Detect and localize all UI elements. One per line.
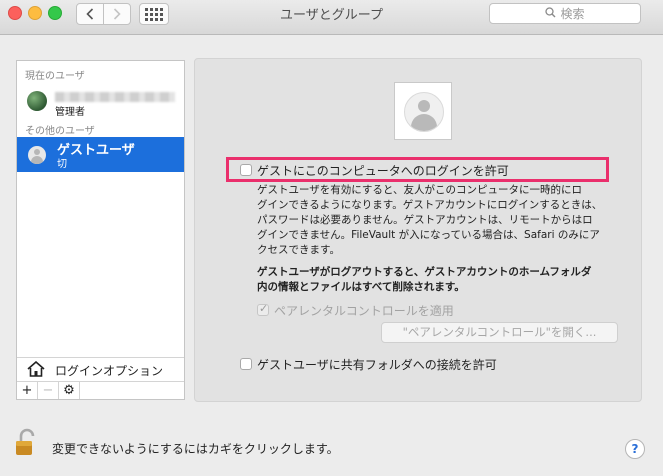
login-options-item[interactable]: ログインオプション [17, 357, 184, 381]
search-icon [545, 6, 556, 21]
other-users-header: その他のユーザ [25, 126, 95, 137]
sidebar-toolbar: + − ⚙ [17, 381, 184, 399]
guest-user-status: 切 [57, 159, 67, 170]
shared-folders-label: ゲストユーザに共有フォルダへの接続を許可 [257, 358, 497, 372]
checkmark-icon: ✓ [259, 302, 269, 315]
parental-controls-label: ペアレンタルコントロールを適用 [274, 304, 454, 318]
logout-note-line: 内の情報とファイルはすべて削除されます。 [257, 281, 465, 293]
add-user-button[interactable]: + [17, 382, 38, 399]
shared-folders-checkbox[interactable] [240, 358, 252, 370]
gear-icon[interactable]: ⚙ [59, 382, 80, 399]
logout-note-line: ゲストユーザがログアウトすると、ゲストアカウントのホームフォルダ [257, 266, 592, 278]
guest-description-line: ゲストユーザを有効にすると、友人がこのコンピュータに一時的にロ [257, 184, 582, 196]
help-button[interactable]: ? [625, 439, 645, 459]
lock-hint-text: 変更できないようにするにはカギをクリックします。 [52, 442, 339, 456]
user-role: 管理者 [55, 107, 85, 118]
allow-guest-login-label: ゲストにこのコンピュータへのログインを許可 [257, 164, 509, 178]
redacted-user-name [55, 92, 175, 102]
open-parental-controls-button[interactable]: "ペアレンタルコントロール"を開く... [381, 322, 618, 343]
guest-description-line: グインできるようになります。ゲストアカウントにログインするときは、 [257, 199, 603, 211]
person-silhouette-icon [404, 92, 444, 132]
guest-user-name: ゲストユーザ [57, 143, 135, 158]
guest-description-line: パスワードは必要ありません。ゲストアカウントは、リモートからはロ [257, 214, 593, 226]
remove-user-button[interactable]: − [38, 382, 59, 399]
user-row-guest[interactable]: ゲストユーザ 切 [17, 137, 184, 172]
parental-controls-checkbox[interactable]: ✓ [257, 302, 269, 316]
home-icon [27, 361, 45, 377]
allow-guest-login-checkbox[interactable] [240, 164, 252, 176]
guest-description-line: クセスできます。 [257, 244, 340, 256]
avatar [27, 91, 47, 111]
current-users-header: 現在のユーザ [25, 71, 85, 82]
lock-icon[interactable] [14, 428, 40, 456]
guest-picture[interactable] [394, 82, 452, 140]
title-bar: ユーザとグループ 検索 [0, 0, 663, 35]
search-placeholder: 検索 [560, 7, 585, 21]
user-list-sidebar: 現在のユーザ 管理者 その他のユーザ ゲストユーザ 切 ログインオプション + … [16, 60, 185, 400]
user-row-current[interactable]: 管理者 [17, 89, 184, 121]
guest-avatar-icon [28, 146, 46, 164]
search-field[interactable]: 検索 [489, 3, 641, 24]
guest-description-line: グインできません。FileVault が入になっている場合は、Safari のみ… [257, 229, 600, 241]
login-options-label: ログインオプション [55, 364, 164, 378]
